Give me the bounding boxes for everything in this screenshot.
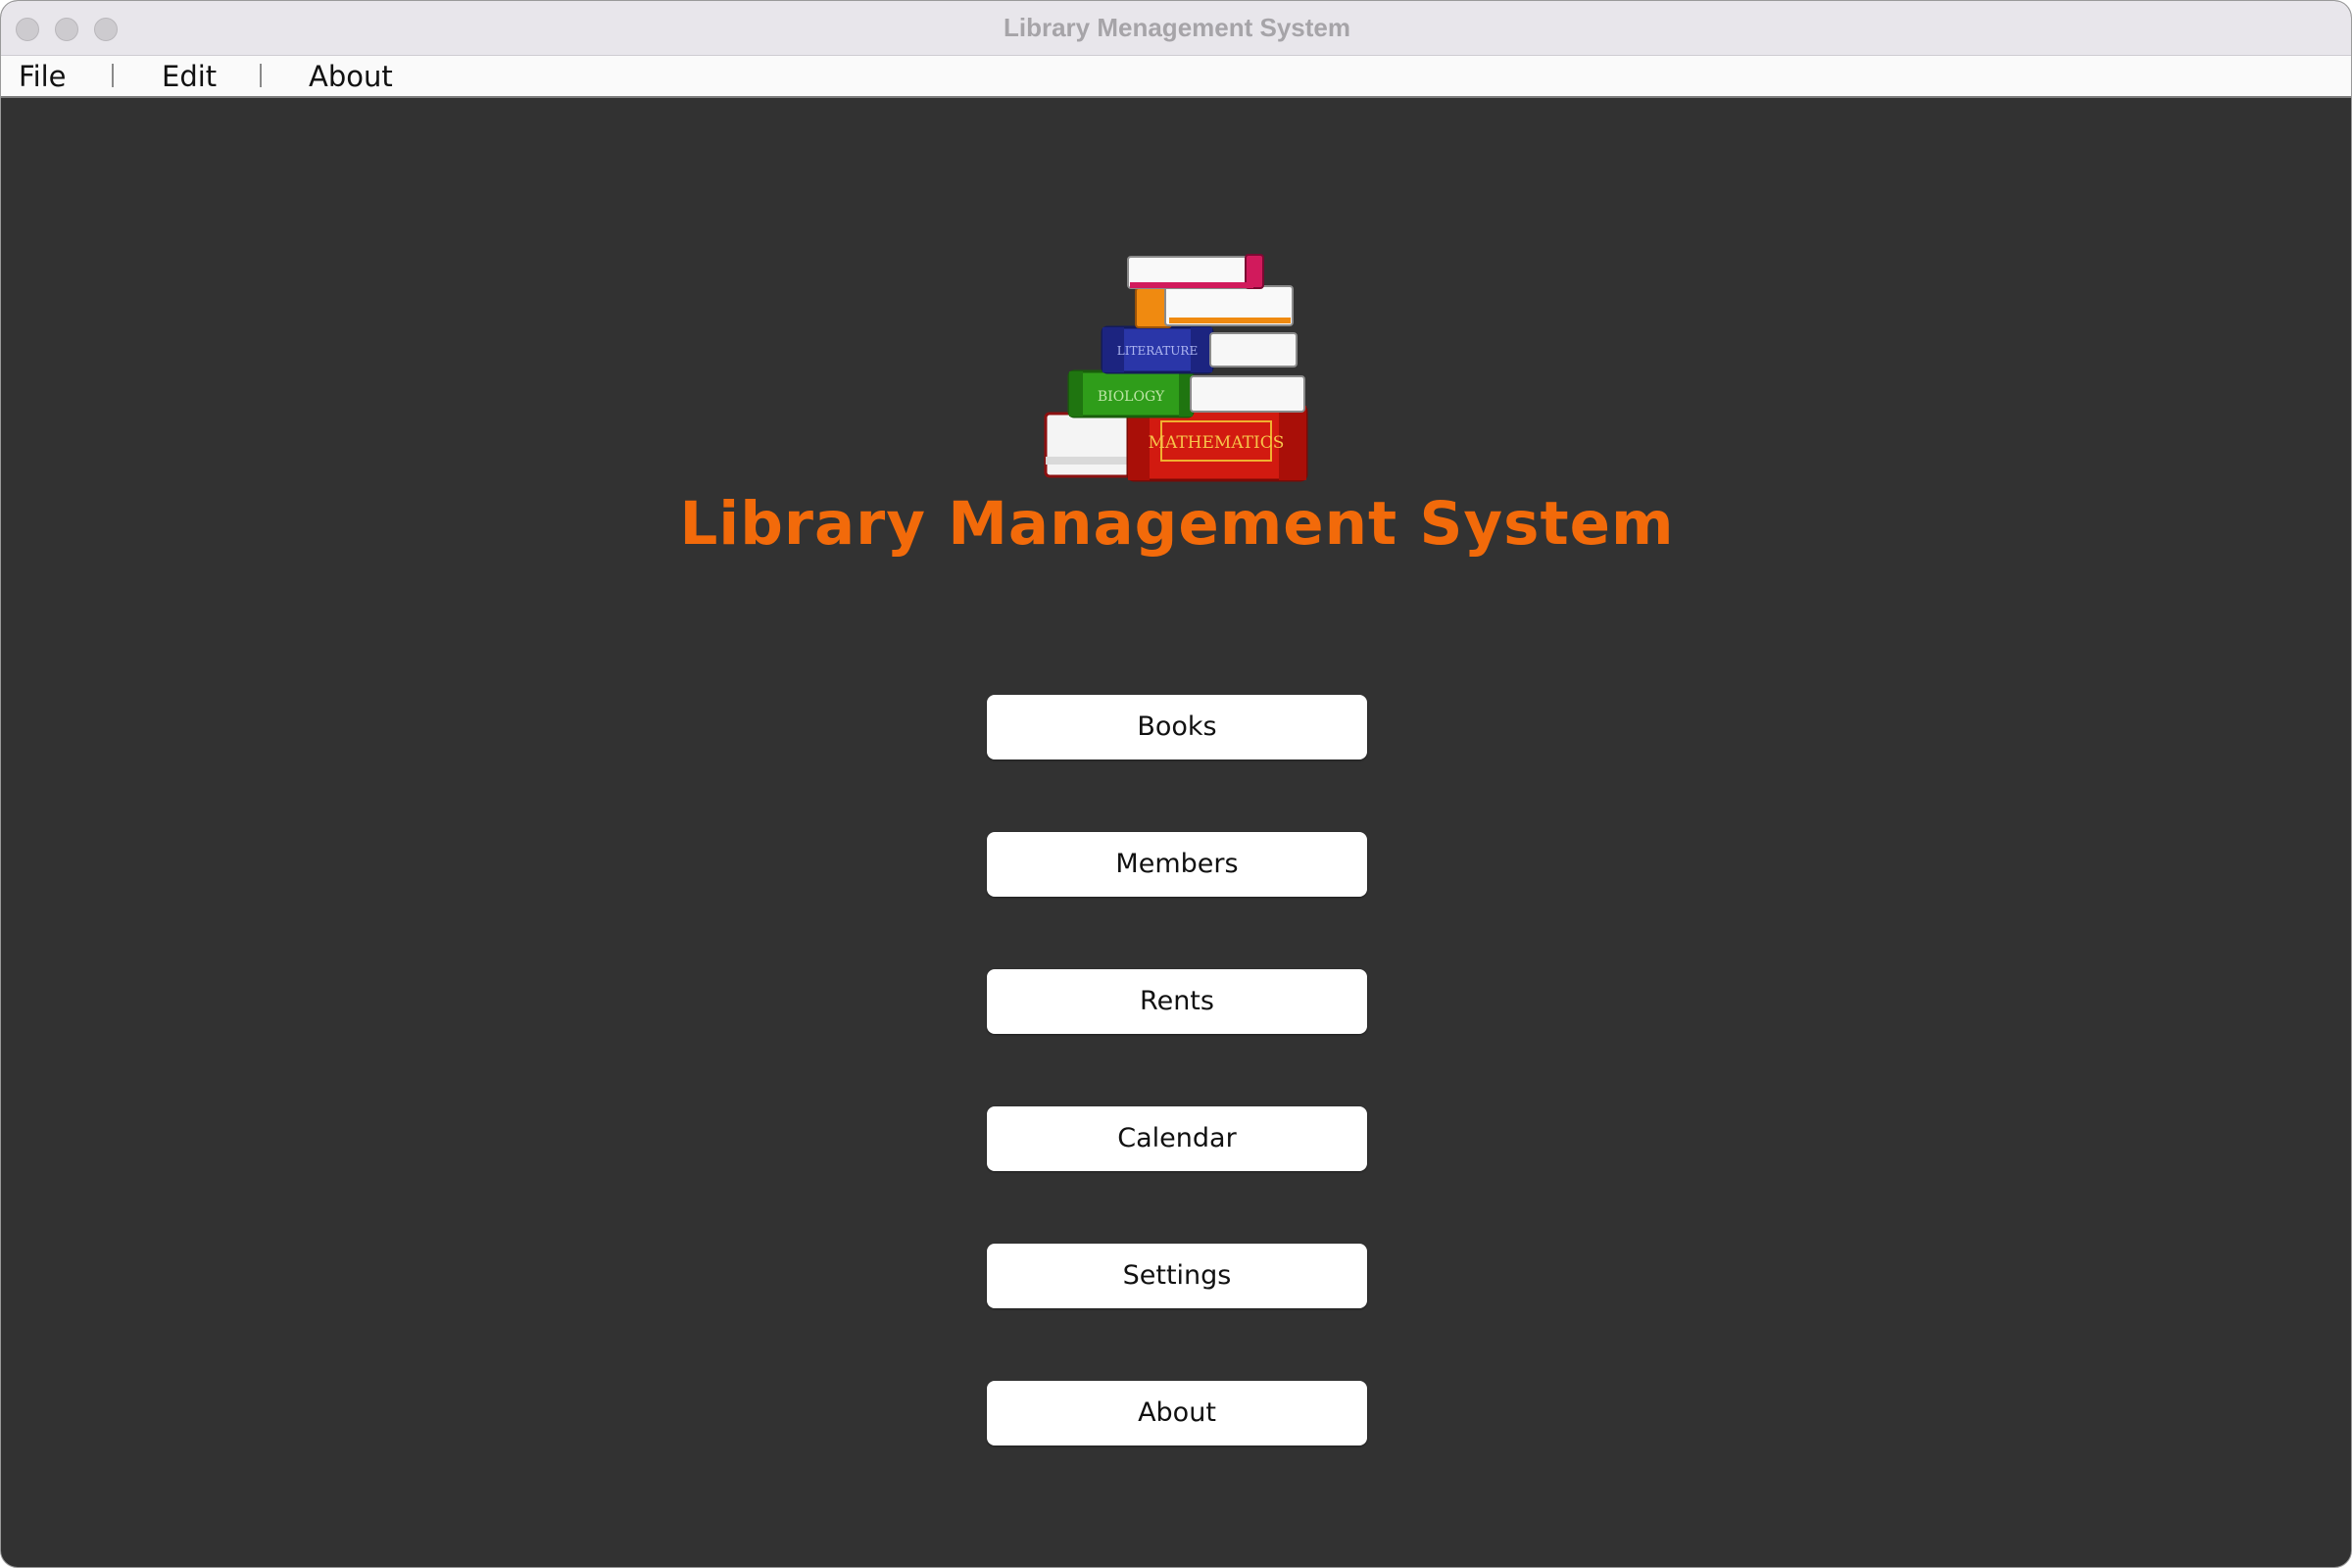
title-bar[interactable]: Library Menagement System (1, 1, 2351, 56)
app-window: Library Menagement System File Edit Abou… (0, 0, 2352, 1568)
svg-text:MATHEMATICS: MATHEMATICS (1149, 433, 1285, 453)
svg-text:BIOLOGY: BIOLOGY (1098, 389, 1165, 405)
book-stack-icon: MATHEMATICS BIOLOGY LITERATURE (1038, 249, 1322, 484)
menu-file[interactable]: File (19, 56, 67, 96)
rents-button[interactable]: Rents (987, 969, 1367, 1034)
calendar-button[interactable]: Calendar (987, 1106, 1367, 1171)
books-button[interactable]: Books (987, 695, 1367, 760)
menu-separator (112, 64, 114, 87)
settings-button[interactable]: Settings (987, 1244, 1367, 1308)
menu-edit[interactable]: Edit (162, 56, 217, 96)
members-button[interactable]: Members (987, 832, 1367, 897)
menu-separator (260, 64, 262, 87)
app-title: Library Management System (679, 489, 1675, 559)
about-button[interactable]: About (987, 1381, 1367, 1446)
menu-about[interactable]: About (309, 56, 393, 96)
window-title: Library Menagement System (1003, 13, 1350, 42)
svg-text:LITERATURE: LITERATURE (1117, 344, 1198, 358)
menu-bar: File Edit About (1, 56, 2351, 98)
